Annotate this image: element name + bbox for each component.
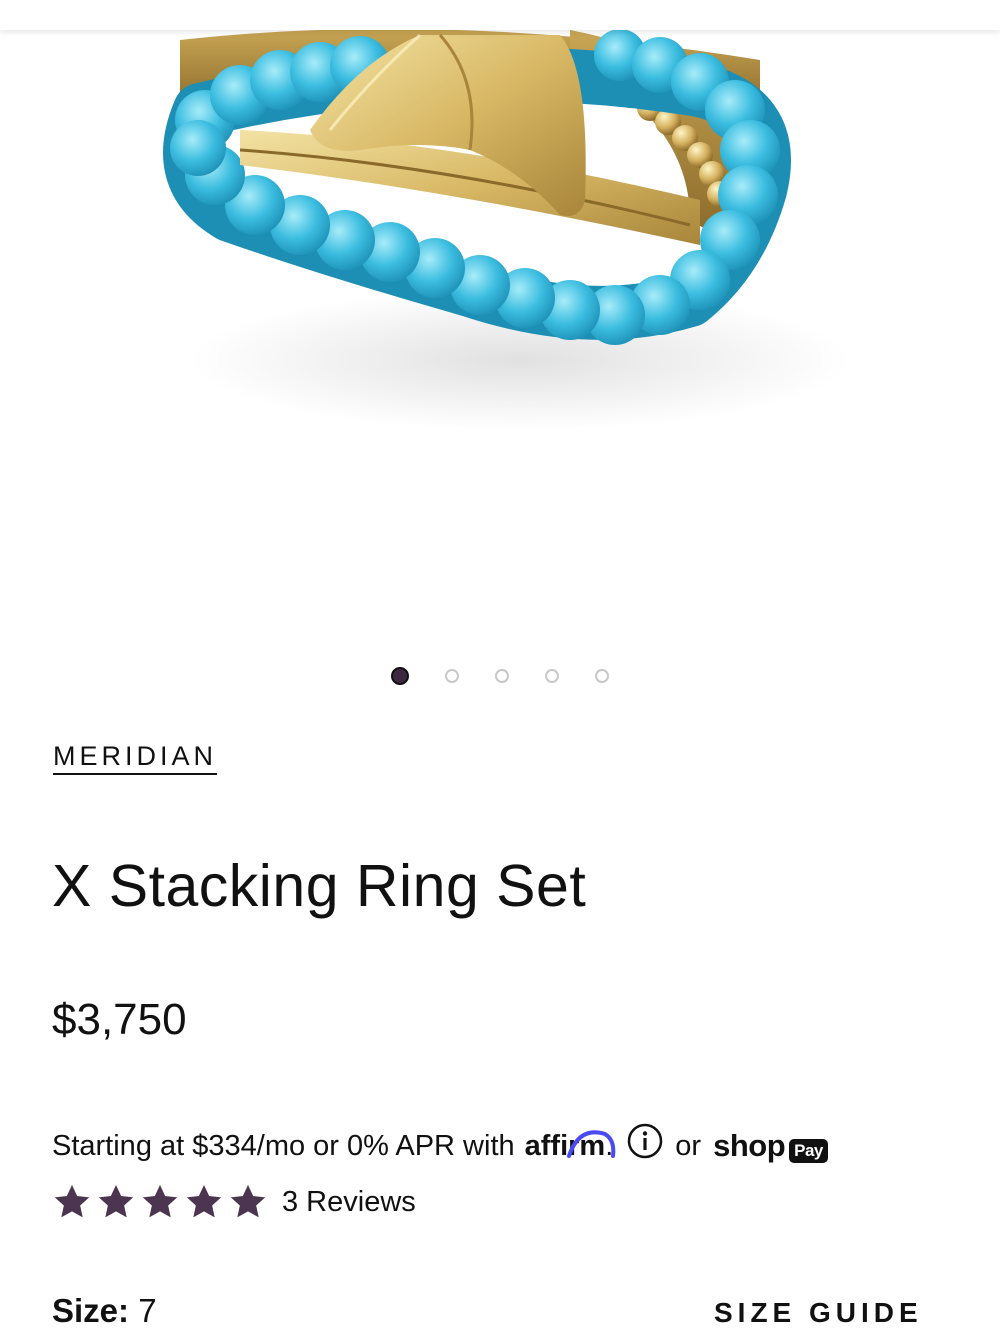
or-text: or (675, 1129, 702, 1162)
star-icon (142, 1185, 178, 1218)
size-selected-value: 7 (138, 1292, 157, 1329)
shop-wordmark: shop (713, 1128, 786, 1163)
star-icon (98, 1185, 134, 1218)
carousel-dot-5[interactable] (595, 669, 609, 683)
carousel-dot-4[interactable] (545, 669, 559, 683)
top-bar (0, 0, 1000, 30)
carousel-dot-2[interactable] (445, 669, 459, 683)
size-guide-link[interactable]: SIZE GUIDE (714, 1297, 923, 1329)
rating-summary[interactable]: 3 Reviews (52, 1180, 416, 1224)
pay-badge: Pay (789, 1139, 828, 1163)
star-icon (186, 1185, 222, 1218)
product-image[interactable] (0, 0, 1000, 640)
size-label-key: Size: (52, 1292, 130, 1329)
shop-pay-logo: shop Pay (713, 1128, 828, 1164)
product-price: $3,750 (52, 995, 187, 1044)
star-icon (230, 1185, 266, 1218)
product-title: X Stacking Ring Set (52, 853, 587, 919)
ring-illustration (163, 28, 850, 430)
brand-link[interactable]: MERIDIAN (53, 741, 217, 772)
star-rating (52, 1182, 268, 1222)
info-icon[interactable] (627, 1123, 663, 1159)
size-selector-label: Size: 7 (52, 1292, 157, 1330)
reviews-count-link[interactable]: 3 Reviews (282, 1186, 416, 1219)
star-icon (54, 1185, 90, 1218)
affirm-arc-icon (566, 1129, 615, 1158)
affirm-logo: affirm (525, 1130, 615, 1163)
carousel-dot-1[interactable] (391, 667, 409, 685)
financing-text: Starting at $334/mo or 0% APR with (52, 1129, 515, 1162)
carousel-dot-3[interactable] (495, 669, 509, 683)
image-carousel-dots (0, 665, 1000, 687)
financing-message: Starting at $334/mo or 0% APR with affir… (52, 1118, 992, 1174)
